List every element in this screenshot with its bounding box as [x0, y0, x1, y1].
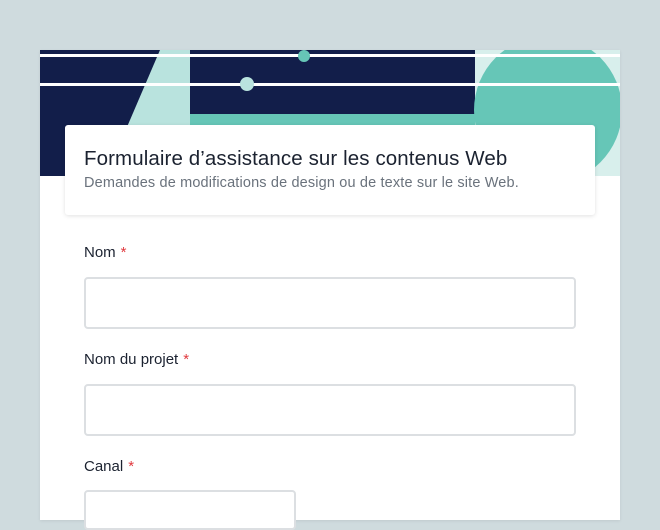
form-header: Formulaire d’assistance sur les contenus…	[65, 125, 595, 215]
required-marker: *	[183, 351, 190, 368]
channel-label-text: Canal	[84, 458, 124, 475]
project-name-field-label: Nom du projet *	[84, 350, 189, 370]
channel-select[interactable]	[84, 490, 296, 530]
project-name-input[interactable]	[84, 384, 576, 436]
name-field-label: Nom *	[84, 243, 127, 263]
form-subtitle: Demandes de modifications de design ou d…	[84, 175, 519, 191]
project-name-label-text: Nom du projet	[84, 351, 179, 368]
name-label-text: Nom	[84, 244, 116, 261]
name-input[interactable]	[84, 277, 576, 329]
form-title: Formulaire d’assistance sur les contenus…	[84, 147, 508, 170]
channel-field-label: Canal *	[84, 457, 134, 477]
required-marker: *	[128, 458, 135, 475]
required-marker: *	[120, 244, 127, 261]
